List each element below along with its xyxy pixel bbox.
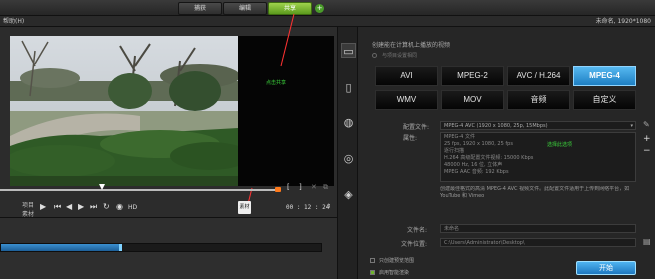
web-globe-icon[interactable]: ◍ bbox=[341, 115, 356, 130]
location-label: 文件位置: bbox=[401, 241, 428, 248]
properties-label: 属性: bbox=[403, 135, 418, 142]
annotation-select-format: 选择此选项 bbox=[547, 142, 573, 148]
start-button[interactable]: 开始 bbox=[576, 261, 636, 275]
copy-icon[interactable]: ⧉ bbox=[323, 183, 328, 192]
format-mpeg4-button[interactable]: MPEG-4 bbox=[573, 66, 636, 86]
next-frame-icon[interactable]: ▶ bbox=[78, 202, 84, 211]
progress-marker bbox=[119, 244, 122, 251]
disc-icon[interactable]: ◎ bbox=[341, 151, 356, 166]
format-wmv-button[interactable]: WMV bbox=[375, 90, 438, 110]
format-avi-button[interactable]: AVI bbox=[375, 66, 438, 86]
format-mpeg2-button[interactable]: MPEG-2 bbox=[441, 66, 504, 86]
timecode[interactable]: 00 : 12 : 24 bbox=[286, 204, 329, 211]
go-end-icon[interactable]: ⏭ bbox=[90, 202, 97, 212]
volume-icon[interactable]: ◉ bbox=[116, 202, 123, 211]
format-custom-button[interactable]: 自定义 bbox=[573, 90, 636, 110]
format-avc-button[interactable]: AVC / H.264 bbox=[507, 66, 570, 86]
mark-out-icon[interactable]: ] bbox=[299, 183, 302, 191]
play-icon[interactable]: ▶ bbox=[40, 202, 46, 211]
timeline-scrubber[interactable]: [ ] ✕ ⧉ bbox=[0, 183, 337, 192]
project-mode-label[interactable]: 项目 bbox=[22, 200, 34, 209]
profile-description: 创建最佳格式的高清 MPEG-4 AVC 视频文件。此配置文件适用于上传到网络平… bbox=[440, 186, 630, 199]
profile-label: 配置文件: bbox=[403, 124, 430, 131]
share-heading: 创建能在计算机上播放的视频 bbox=[372, 42, 451, 49]
remove-profile-icon[interactable]: − bbox=[643, 146, 651, 156]
folder-icon[interactable]: ▤ bbox=[643, 237, 651, 246]
trim-end-marker[interactable] bbox=[275, 187, 281, 192]
playback-controls: 项目 素材 ▶ ⏮ ◀ ▶ ⏭ ↻ ◉ HD 素材 00 : 12 : 24 ⇕ bbox=[0, 195, 337, 218]
timecode-stepper-icon[interactable]: ⇕ bbox=[326, 203, 331, 210]
output-type-strip: ▭ ▯ ◍ ◎ ◈ bbox=[337, 27, 358, 279]
smart-render-label: 启用智能渲染 bbox=[379, 270, 410, 276]
filename-label: 文件名: bbox=[407, 227, 428, 234]
filename-field[interactable]: 未命名 bbox=[440, 224, 636, 233]
repeat-icon[interactable]: ↻ bbox=[103, 202, 110, 211]
chevron-down-icon: ▾ bbox=[630, 123, 633, 129]
3d-icon[interactable]: ◈ bbox=[341, 187, 356, 202]
add-profile-icon[interactable]: + bbox=[643, 134, 651, 144]
hd-toggle[interactable]: HD bbox=[128, 204, 137, 211]
device-icon[interactable]: ▯ bbox=[341, 80, 356, 95]
arrow-share bbox=[280, 13, 295, 67]
profile-select[interactable]: MPEG-4 AVC (1920 x 1080, 25p, 15Mbps) ▾ bbox=[440, 121, 636, 130]
render-progress-fill bbox=[1, 244, 120, 251]
computer-icon[interactable]: ▭ bbox=[341, 43, 356, 58]
clip-thumbnail-icon[interactable]: 素材 bbox=[238, 201, 251, 214]
preview-range-checkbox[interactable] bbox=[370, 258, 375, 263]
prev-frame-icon[interactable]: ◀ bbox=[66, 202, 72, 211]
same-as-project-label: 与项目设置相同 bbox=[382, 53, 418, 59]
properties-box: MPEG-4 文件 25 fps, 1920 x 1080, 25 fps 逐行… bbox=[440, 132, 636, 182]
location-field[interactable]: C:\Users\Administrator\Desktop\ bbox=[440, 238, 636, 247]
smart-render-checkbox[interactable] bbox=[370, 270, 375, 275]
go-start-icon[interactable]: ⏮ bbox=[54, 202, 61, 212]
render-progress-bar bbox=[0, 243, 322, 252]
radio-same-as-project[interactable] bbox=[372, 53, 377, 58]
format-mov-button[interactable]: MOV bbox=[441, 90, 504, 110]
format-audio-button[interactable]: 音频 bbox=[507, 90, 570, 110]
edit-profile-icon[interactable]: ✎ bbox=[643, 120, 650, 129]
cut-icon[interactable]: ✕ bbox=[311, 183, 317, 191]
mark-in-icon[interactable]: [ bbox=[287, 183, 290, 191]
preview-range-label: 只创建预览范围 bbox=[379, 258, 415, 264]
